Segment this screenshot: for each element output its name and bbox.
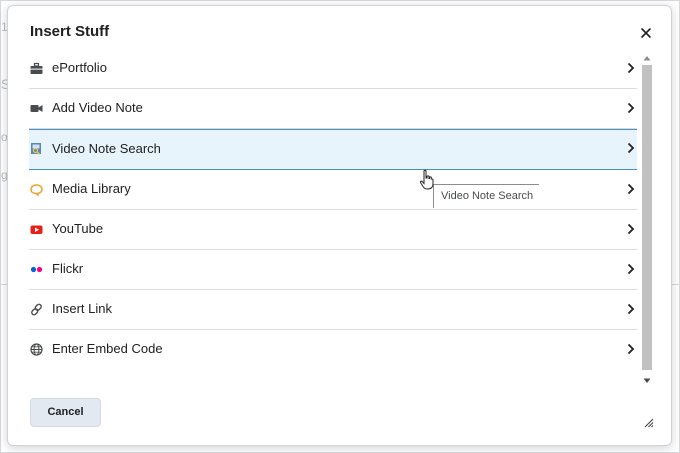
item-label: Video Note Search xyxy=(52,141,161,156)
scroll-down-arrow-icon[interactable] xyxy=(643,378,651,384)
dialog-title: Insert Stuff xyxy=(30,23,110,40)
video-note-search-icon xyxy=(30,142,43,155)
cancel-button-label: Cancel xyxy=(47,406,84,418)
insert-options-list: ePortfolio Add Video Note Video Note Sea… xyxy=(29,49,639,389)
chevron-right-icon xyxy=(627,62,635,74)
tooltip: Video Note Search xyxy=(433,184,539,208)
list-item-media-library[interactable]: Media Library xyxy=(29,170,637,210)
chevron-right-icon xyxy=(627,102,635,114)
chevron-right-icon xyxy=(627,343,635,355)
close-button[interactable] xyxy=(638,25,654,41)
chevron-right-icon xyxy=(627,303,635,315)
scrollbar-thumb[interactable] xyxy=(642,65,652,370)
item-label: Flickr xyxy=(52,261,84,276)
globe-icon xyxy=(30,343,43,356)
list-scrollbar[interactable] xyxy=(642,53,652,386)
list-item-youtube[interactable]: YouTube xyxy=(29,210,637,250)
resize-handle-icon[interactable] xyxy=(642,416,654,428)
link-icon xyxy=(30,303,43,316)
item-label: Media Library xyxy=(52,181,131,196)
chevron-right-icon xyxy=(627,183,635,195)
item-label: Insert Link xyxy=(52,301,112,316)
list-item-enter-embed-code[interactable]: Enter Embed Code xyxy=(29,330,637,370)
close-icon xyxy=(641,28,651,38)
media-library-icon xyxy=(30,183,43,196)
chevron-right-icon xyxy=(627,263,635,275)
list-item-flickr[interactable]: Flickr xyxy=(29,250,637,290)
insert-stuff-dialog: Insert Stuff ePortfolio Add Video Note V… xyxy=(7,5,672,446)
list-item-video-note-search[interactable]: Video Note Search xyxy=(29,129,637,170)
background-divider xyxy=(672,284,680,285)
item-label: Enter Embed Code xyxy=(52,341,163,356)
list-item-eportfolio[interactable]: ePortfolio xyxy=(29,49,637,89)
list-item-insert-link[interactable]: Insert Link xyxy=(29,290,637,330)
flickr-icon xyxy=(30,263,43,276)
video-camera-icon xyxy=(30,102,43,115)
item-label: ePortfolio xyxy=(52,60,107,75)
scroll-up-arrow-icon[interactable] xyxy=(643,55,651,61)
chevron-right-icon xyxy=(627,142,635,154)
chevron-right-icon xyxy=(627,223,635,235)
item-label: YouTube xyxy=(52,221,104,236)
list-item-add-video-note[interactable]: Add Video Note xyxy=(29,89,637,129)
tooltip-text: Video Note Search xyxy=(441,190,534,202)
briefcase-icon xyxy=(30,62,43,75)
cancel-button[interactable]: Cancel xyxy=(30,398,101,427)
youtube-icon xyxy=(30,223,43,236)
item-label: Add Video Note xyxy=(52,100,143,115)
hand-cursor-icon xyxy=(419,169,434,190)
